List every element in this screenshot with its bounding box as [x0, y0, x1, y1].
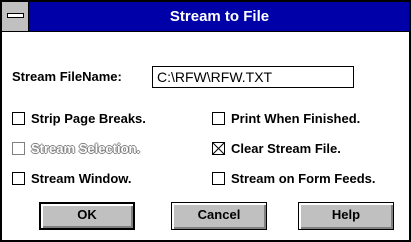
checkbox-label: Clear Stream File.: [231, 140, 341, 156]
stream-to-file-dialog: Stream to File Stream FileName: C:\RFW\R…: [0, 0, 411, 242]
filename-label: Stream FileName:: [12, 69, 122, 84]
filename-input[interactable]: C:\RFW\RFW.TXT: [152, 66, 354, 88]
system-menu-icon: [7, 13, 24, 18]
system-menu-button[interactable]: [2, 2, 29, 31]
title-bar[interactable]: Stream to File: [2, 2, 409, 32]
strip-page-breaks-checkbox[interactable]: Strip Page Breaks.: [12, 110, 146, 126]
stream-window-checkbox[interactable]: Stream Window.: [12, 170, 132, 186]
ok-button[interactable]: OK: [39, 202, 135, 230]
checkbox-label: Print When Finished.: [231, 110, 361, 126]
clear-stream-file-checkbox[interactable]: Clear Stream File.: [212, 140, 341, 156]
stream-selection-checkbox: Stream Selection.: [12, 140, 140, 156]
checkbox-label: Stream on Form Feeds.: [231, 170, 376, 186]
checkbox-box[interactable]: [212, 171, 225, 185]
checkmark-x-icon: [213, 142, 224, 154]
print-when-finished-checkbox[interactable]: Print When Finished.: [212, 110, 360, 126]
checkbox-box[interactable]: [12, 171, 25, 185]
checkbox-label: Stream Window.: [31, 170, 132, 186]
checkbox-label: Strip Page Breaks.: [31, 110, 146, 126]
stream-on-form-feeds-checkbox[interactable]: Stream on Form Feeds.: [212, 170, 375, 186]
help-button[interactable]: Help: [298, 202, 394, 230]
checkbox-box: [12, 141, 25, 155]
window-title: Stream to File: [169, 8, 270, 25]
cancel-button[interactable]: Cancel: [171, 202, 267, 230]
checkbox-label: Stream Selection.: [31, 140, 141, 156]
checkbox-box[interactable]: [212, 141, 225, 155]
checkbox-box[interactable]: [12, 111, 25, 125]
checkbox-box[interactable]: [212, 111, 225, 125]
